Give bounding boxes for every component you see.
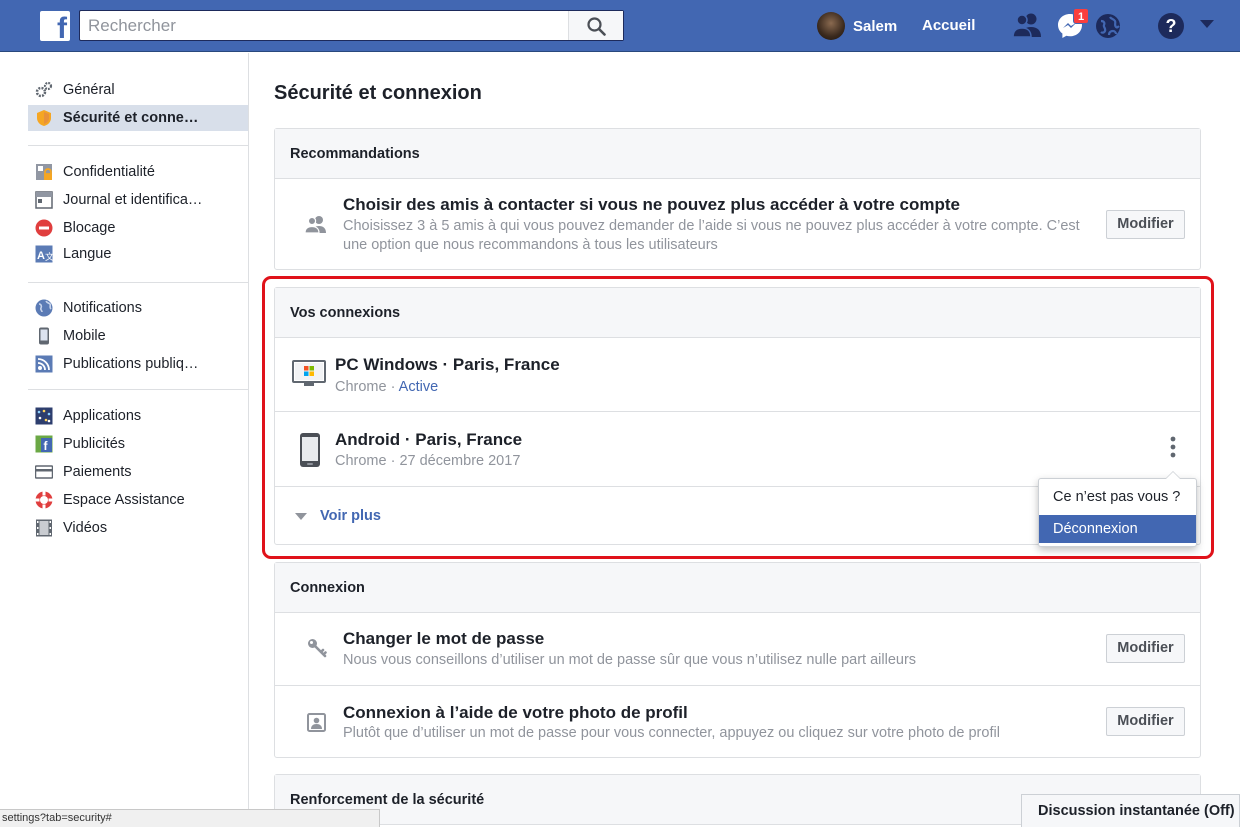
sidebar-item-label: Publications publiq… (63, 356, 199, 372)
search-icon (587, 17, 606, 36)
sidebar-separator (28, 282, 248, 283)
profile-link[interactable]: Salem (817, 11, 897, 41)
account-menu-caret-icon[interactable] (1200, 20, 1214, 28)
sidebar-item-label: Espace Assistance (63, 492, 185, 508)
help-icon[interactable]: ? (1157, 12, 1185, 40)
facebook-logo[interactable]: f (40, 11, 70, 41)
change-password-modify-button[interactable]: Modifier (1106, 634, 1185, 663)
block-icon (35, 219, 53, 237)
sidebar-item-apps[interactable]: Applications (28, 403, 248, 429)
sidebar-separator (28, 145, 248, 146)
sidebar-item-label: Confidentialité (63, 164, 155, 180)
sidebar-item-label: Journal et identifica… (63, 192, 203, 208)
logout-menu-item[interactable]: Déconnexion (1039, 515, 1196, 543)
sidebar-item-public-posts[interactable]: Publications publiq… (28, 351, 248, 377)
trusted-contacts-modify-button[interactable]: Modifier (1106, 210, 1185, 239)
notifications-globe-icon[interactable] (1095, 13, 1121, 39)
sidebar-item-privacy[interactable]: Confidentialité (28, 159, 248, 185)
lock-icon (36, 164, 52, 180)
sidebar-divider (248, 53, 249, 827)
sidebar-item-ads[interactable]: f Publicités (28, 431, 248, 457)
sidebar-item-payments[interactable]: Paiements (28, 459, 248, 485)
language-icon: A文 (35, 245, 53, 263)
sidebar-item-notifications[interactable]: Notifications (28, 295, 248, 321)
profile-name: Salem (853, 17, 898, 35)
sidebar-item-videos[interactable]: Vidéos (28, 515, 248, 541)
search-box (79, 10, 624, 41)
avatar (817, 12, 845, 40)
sidebar-item-timeline[interactable]: Journal et identifica… (28, 187, 248, 213)
sidebar-item-blocking[interactable]: Blocage (28, 215, 248, 241)
sidebar-item-label: Langue (63, 246, 112, 262)
phone-icon (39, 327, 49, 345)
lifebuoy-icon (35, 491, 53, 509)
gears-icon (35, 81, 53, 98)
trusted-contacts-desc-line2: une option que nous recommandons à tous … (343, 237, 718, 253)
sidebar-item-label: Mobile (63, 328, 106, 344)
sidebar-item-label: Blocage (63, 220, 116, 236)
card-icon (35, 465, 53, 479)
trusted-contacts-desc-line1: Choisissez 3 à 5 amis à qui vous pouvez … (343, 218, 1080, 234)
sidebar-item-mobile[interactable]: Mobile (28, 323, 248, 349)
recommendations-panel: Recommandations Choisir des amis à conta… (274, 128, 1201, 270)
profile-photo-login-desc: Plutôt que d’utiliser un mot de passe po… (343, 725, 1000, 741)
sidebar-item-label: Notifications (63, 300, 142, 316)
profile-picture-icon (307, 713, 326, 732)
sidebar-item-language[interactable]: A文 Langue (28, 241, 248, 267)
friends-icon (304, 216, 326, 233)
search-button[interactable] (568, 11, 623, 40)
svg-text:?: ? (1166, 16, 1177, 36)
sidebar-item-label: Général (63, 82, 115, 98)
svg-text:文: 文 (45, 251, 53, 262)
apps-icon (35, 407, 53, 425)
messages-badge: 1 (1073, 8, 1089, 24)
sidebar-item-security[interactable]: Sécurité et conne… (28, 105, 248, 131)
sidebar-item-label: Vidéos (63, 520, 108, 536)
login-heading: Connexion (275, 563, 1200, 613)
recommendations-heading: Recommandations (275, 129, 1200, 179)
profile-photo-login-modify-button[interactable]: Modifier (1106, 707, 1185, 736)
top-navigation-bar: f Salem Accueil 1 ? (0, 0, 1240, 52)
sidebar-item-label: Sécurité et conne… (63, 110, 199, 126)
page-title: Sécurité et connexion (274, 82, 482, 104)
chat-tab[interactable]: Discussion instantanée (Off) (1021, 794, 1240, 827)
svg-text:A: A (37, 250, 45, 262)
sidebar-item-general[interactable]: Général (28, 77, 248, 103)
not-you-menu-item[interactable]: Ce n’est pas vous ? (1039, 485, 1196, 509)
sidebar-item-support[interactable]: Espace Assistance (28, 487, 248, 513)
sidebar-item-label: Paiements (63, 464, 132, 480)
film-icon (36, 519, 52, 537)
shield-icon (37, 110, 51, 126)
sidebar-item-label: Applications (63, 408, 142, 424)
sidebar-item-label: Publicités (63, 436, 126, 452)
rss-icon (35, 355, 53, 373)
trusted-contacts-title: Choisir des amis à contacter si vous ne … (343, 195, 960, 214)
friend-requests-icon[interactable] (1012, 12, 1042, 38)
ads-icon: f (35, 435, 53, 453)
timeline-icon (35, 191, 53, 209)
profile-photo-login-title: Connexion à l’aide de votre photo de pro… (343, 703, 688, 722)
status-bar-url: settings?tab=security# (0, 809, 380, 827)
globe-icon (35, 299, 53, 317)
home-link[interactable]: Accueil (922, 17, 975, 34)
change-password-desc: Nous vous conseillons d’utiliser un mot … (343, 652, 917, 668)
session-options-menu: Ce n’est pas vous ? Déconnexion (1038, 471, 1197, 547)
search-input[interactable] (80, 11, 560, 40)
row-separator (275, 685, 1200, 686)
key-icon (308, 639, 327, 658)
sidebar-separator (28, 389, 248, 390)
login-panel: Connexion Changer le mot de passe Nous v… (274, 562, 1201, 758)
change-password-title: Changer le mot de passe (343, 629, 545, 648)
